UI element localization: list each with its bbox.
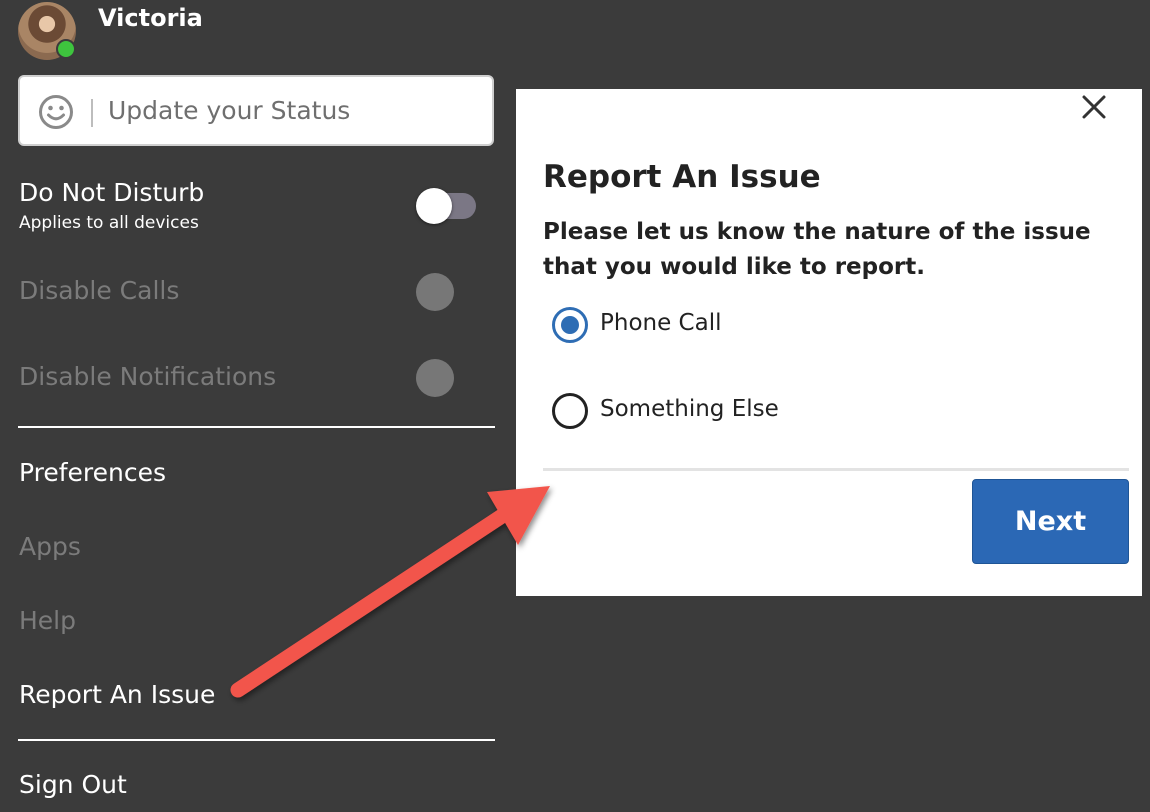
menu-item-apps[interactable]: Apps	[19, 532, 81, 561]
dialog-prompt: Please let us know the nature of the iss…	[543, 219, 1091, 280]
disable-calls-toggle[interactable]	[416, 273, 454, 311]
do-not-disturb-label: Do Not Disturb	[19, 178, 205, 207]
menu-divider	[18, 739, 495, 741]
smiley-icon[interactable]	[38, 94, 74, 130]
menu-item-report-issue[interactable]: Report An Issue	[19, 680, 215, 709]
online-status-indicator	[56, 39, 76, 59]
menu-item-preferences[interactable]: Preferences	[19, 458, 166, 487]
do-not-disturb-sublabel: Applies to all devices	[19, 213, 199, 233]
radio-label: Phone Call	[600, 310, 722, 336]
user-name: Victoria	[98, 4, 203, 32]
close-icon[interactable]	[1078, 91, 1110, 123]
next-button[interactable]: Next	[972, 479, 1129, 564]
status-input-divider	[91, 99, 93, 127]
toggle-knob	[416, 188, 452, 224]
menu-divider	[18, 426, 495, 428]
menu-item-help[interactable]: Help	[19, 606, 76, 635]
disable-notifications-toggle[interactable]	[416, 359, 454, 397]
radio-button-checked[interactable]	[552, 307, 588, 343]
menu-item-sign-out[interactable]: Sign Out	[19, 770, 127, 799]
report-issue-dialog: Report An Issue Please let us know the n…	[516, 89, 1142, 596]
radio-label: Something Else	[600, 396, 779, 422]
radio-button-unchecked[interactable]	[552, 393, 588, 429]
disable-notifications-label: Disable Notifications	[19, 362, 277, 391]
status-placeholder: Update your Status	[108, 96, 351, 125]
dialog-separator	[543, 468, 1129, 471]
disable-calls-label: Disable Calls	[19, 276, 180, 305]
status-input[interactable]: Update your Status	[18, 75, 494, 146]
do-not-disturb-toggle[interactable]	[416, 188, 476, 224]
dialog-title: Report An Issue	[543, 159, 821, 195]
